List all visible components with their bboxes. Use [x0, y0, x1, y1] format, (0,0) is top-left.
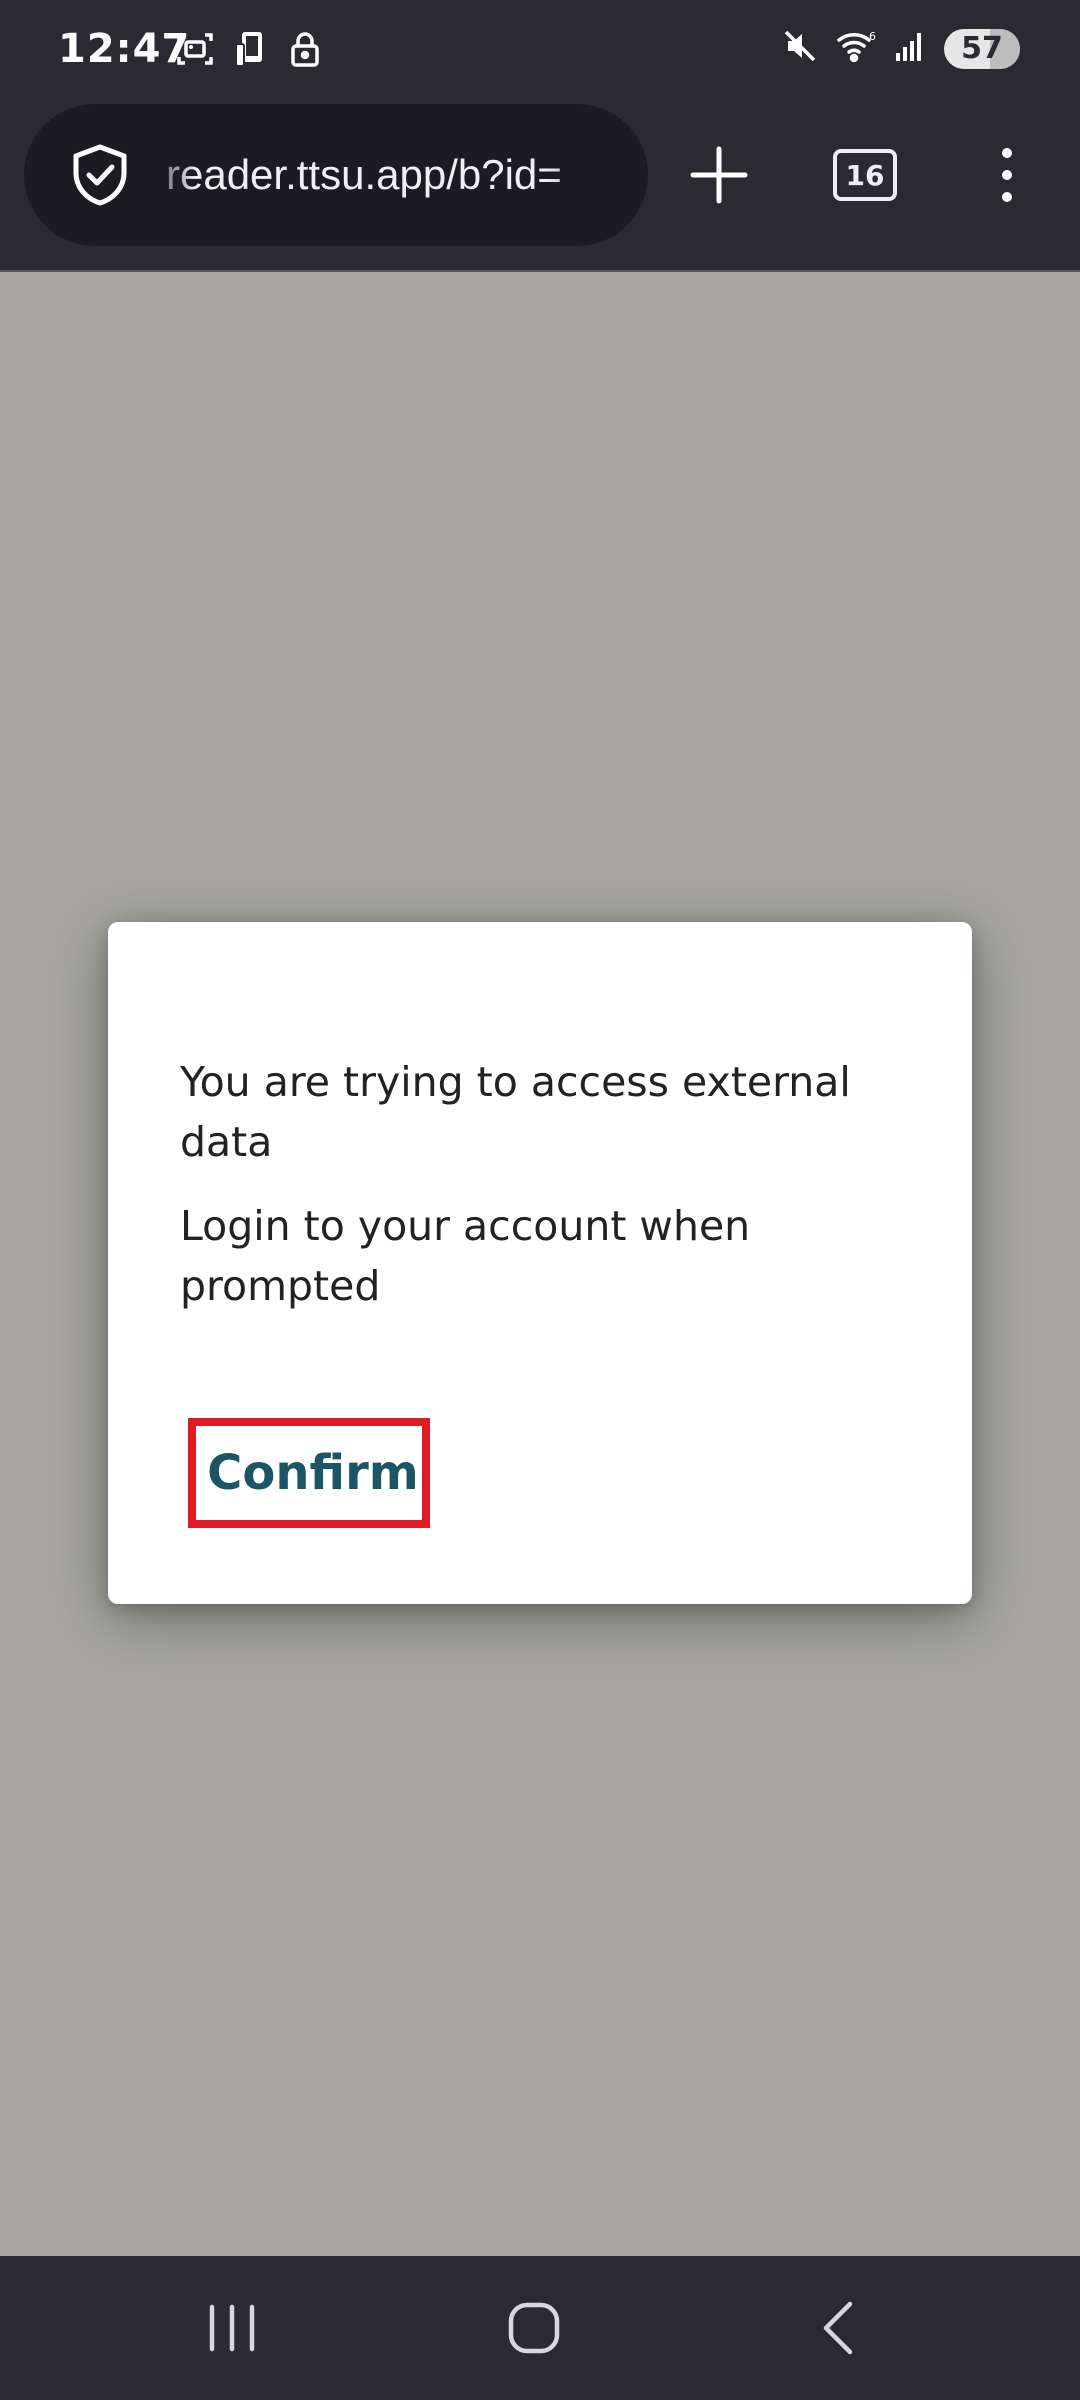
screenshot-icon	[176, 30, 214, 73]
wifi-icon: 6	[836, 28, 876, 69]
tab-count: 16	[845, 158, 885, 192]
more-vert-icon	[1002, 148, 1012, 202]
external-data-dialog: You are trying to access external data L…	[108, 922, 972, 1604]
recents-icon	[209, 2304, 255, 2352]
home-icon	[508, 2302, 560, 2354]
svg-text:6: 6	[869, 30, 876, 43]
recents-button[interactable]	[172, 2278, 292, 2378]
browser-toolbar: reader.ttsu.app/b?id= 16	[0, 100, 1080, 272]
status-bar: 12:47 6 57	[0, 0, 1080, 100]
plus-icon	[690, 146, 748, 204]
device-icon	[232, 30, 270, 73]
shield-check-icon[interactable]	[64, 139, 136, 211]
tabs-icon[interactable]: 16	[833, 149, 897, 201]
tabs-button[interactable]: 16	[810, 120, 920, 230]
url-text[interactable]: reader.ttsu.app/b?id=	[166, 151, 626, 199]
back-icon	[823, 2301, 853, 2355]
status-left-icons	[176, 30, 322, 73]
confirm-button[interactable]: Confirm	[188, 1418, 430, 1528]
battery-level: 57	[961, 31, 1003, 66]
lock-icon	[288, 30, 322, 73]
dialog-message-external-data: You are trying to access external data	[180, 1058, 851, 1166]
url-bar[interactable]: reader.ttsu.app/b?id=	[24, 104, 648, 246]
dialog-message-login: Login to your account when prompted	[180, 1202, 751, 1310]
signal-icon	[894, 29, 926, 68]
status-right-icons: 6 57	[782, 28, 1020, 69]
system-nav-bar	[0, 2256, 1080, 2400]
status-time: 12:47	[58, 26, 191, 72]
back-button[interactable]	[778, 2278, 898, 2378]
home-button[interactable]	[474, 2278, 594, 2378]
mute-icon	[782, 28, 818, 69]
battery-indicator: 57	[944, 28, 1020, 69]
new-tab-button[interactable]	[664, 120, 774, 230]
more-menu-button[interactable]	[952, 120, 1062, 230]
